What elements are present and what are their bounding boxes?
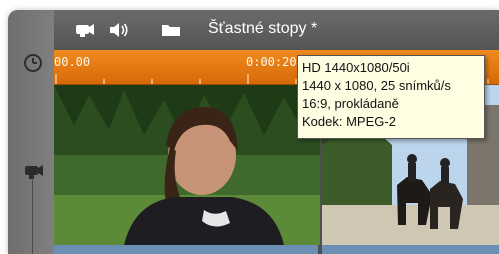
camera-icon[interactable] — [22, 160, 44, 182]
left-rail — [8, 10, 57, 254]
clip-info-tooltip: HD 1440x1080/50i 1440 x 1080, 25 snímků/… — [297, 55, 485, 139]
timecode-start: 00.00 — [54, 55, 91, 69]
clip-audio-strip — [322, 245, 499, 254]
folder-icon[interactable] — [160, 21, 182, 39]
video-clip[interactable] — [54, 85, 320, 245]
timecode-mid: 0:00:20 — [246, 55, 297, 69]
tooltip-aspect: 16:9, prokládaně — [302, 96, 399, 111]
clip-thumbnail-woman — [54, 85, 320, 245]
tooltip-format: HD 1440x1080/50i — [302, 60, 410, 75]
camera-icon[interactable] — [74, 21, 96, 39]
clock-icon[interactable] — [22, 52, 44, 74]
rail-divider — [32, 180, 33, 254]
track-title-bar: Šťastné stopy * — [54, 10, 499, 51]
tooltip-resolution: 1440 x 1080, 25 snímků/s — [302, 78, 451, 93]
speaker-icon[interactable] — [108, 21, 130, 39]
clip-audio-strip — [54, 245, 318, 254]
tooltip-codec: Kodek: MPEG-2 — [302, 114, 396, 129]
track-title[interactable]: Šťastné stopy * — [208, 20, 317, 38]
